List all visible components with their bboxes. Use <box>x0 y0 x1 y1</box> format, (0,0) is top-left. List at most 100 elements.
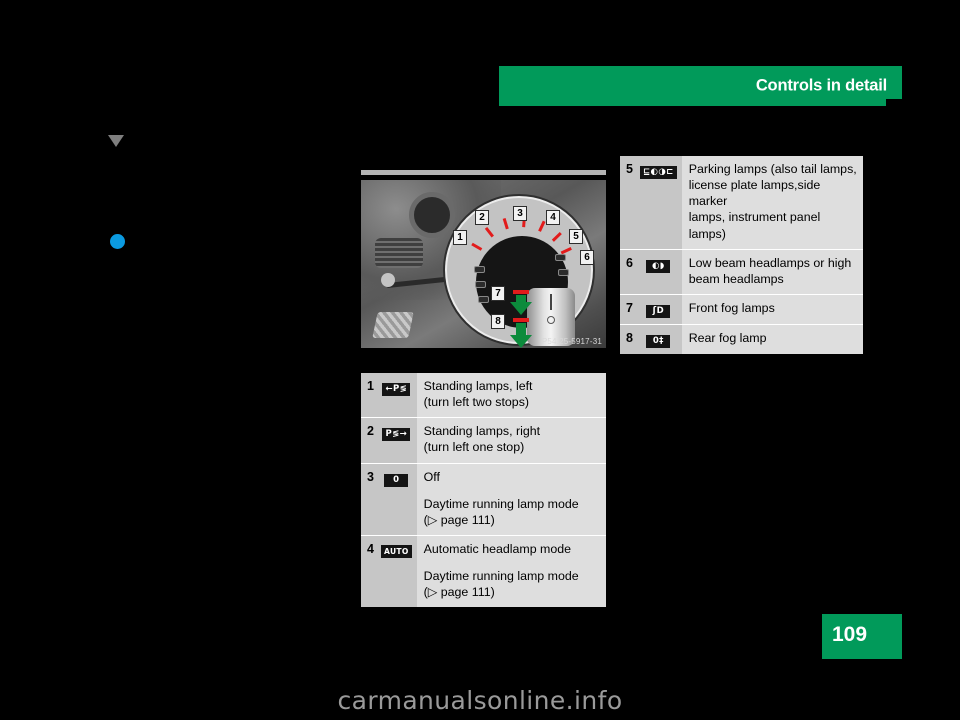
dial-tick-5 <box>538 220 546 232</box>
callout-6: 6 <box>580 250 594 265</box>
page-title: Controls in detail <box>755 76 887 95</box>
stalk-knob <box>381 273 395 287</box>
low-beam-symbol-glyph: ◐◗ <box>646 259 671 273</box>
row-number: 5 <box>620 156 637 250</box>
page-number-block: 109 <box>822 614 902 659</box>
callout-7: 7 <box>491 286 505 301</box>
callout-1: 1 <box>453 230 467 245</box>
standing-lamps-right-icon: P≶→ <box>378 417 417 463</box>
table-row: 2 P≶→ Standing lamps, right (turn left o… <box>361 417 606 463</box>
table-row: 3 0 Off Daytime running lamp mode (▷ pag… <box>361 463 606 536</box>
callout-4: 4 <box>546 210 560 225</box>
rear-fog-symbol-glyph: 0‡ <box>646 334 671 348</box>
front-fog-lamp-icon: ʃD <box>637 294 682 325</box>
callout-8: 8 <box>491 314 505 329</box>
callout-2: 2 <box>475 210 489 225</box>
table-row: 4 AUTO Automatic headlamp mode Daytime r… <box>361 535 606 608</box>
row-number: 4 <box>361 535 378 608</box>
triangle-marker-icon <box>108 135 124 147</box>
row-description: Standing lamps, left (turn left two stop… <box>416 373 606 418</box>
figure-caption: P54.25-5917-31 <box>541 337 602 346</box>
standing-left-symbol-glyph: ←P≶ <box>382 383 411 396</box>
air-vent <box>375 238 423 268</box>
callout-5: 5 <box>569 229 583 244</box>
rear-fog-lamp-icon: 0‡ <box>637 324 682 354</box>
dial-tick-6 <box>551 232 562 242</box>
desc-line: Automatic headlamp mode <box>423 541 572 556</box>
row-description: Parking lamps (also tail lamps, license … <box>681 156 863 250</box>
page-reference[interactable]: (▷ page 111) <box>424 584 600 600</box>
dial-tick-2 <box>484 226 494 238</box>
table-row: 7 ʃD Front fog lamps <box>620 294 863 325</box>
front-fog-symbol-glyph: ʃD <box>646 304 671 318</box>
desc-line: Daytime running lamp mode <box>423 496 579 511</box>
desc-line: lamps, instrument panel lamps) <box>688 210 821 241</box>
dial-tick-1 <box>471 242 483 251</box>
push-indicator-bar-upper <box>513 290 529 294</box>
standing-right-symbol-glyph: P≶→ <box>382 428 411 442</box>
row-number: 8 <box>620 324 637 354</box>
off-position-icon: 0 <box>378 463 417 536</box>
row-description: Front fog lamps <box>681 294 863 325</box>
header-shadow <box>886 99 902 107</box>
table-row: 6 ◐◗ Low beam headlamps or high beam hea… <box>620 249 863 295</box>
bullet-dot-marker-left <box>110 234 125 249</box>
foot-pedal <box>372 312 414 338</box>
row-number: 6 <box>620 249 637 295</box>
push-indicator-bar-lower <box>513 318 529 322</box>
off-symbol-glyph: 0 <box>384 473 409 487</box>
row-number: 2 <box>361 417 378 463</box>
row-description: Automatic headlamp mode Daytime running … <box>416 535 606 608</box>
bezel-icon-c <box>478 296 489 303</box>
bezel-icon-b <box>475 281 486 288</box>
row-description: Standing lamps, right (turn left one sto… <box>416 417 606 463</box>
auto-symbol-glyph: AUTO <box>381 544 412 558</box>
desc-line: Daytime running lamp mode <box>423 569 579 583</box>
dial-tick-3 <box>502 218 509 230</box>
automatic-headlamp-icon: AUTO <box>378 535 417 608</box>
desc-line: (turn left one stop) <box>423 440 525 455</box>
row-number: 3 <box>361 463 378 536</box>
bezel-icon-d <box>555 254 566 261</box>
bezel-icon-e <box>558 269 569 276</box>
table-row: 1 ←P≶ Standing lamps, left (turn left tw… <box>361 373 606 418</box>
desc-line: Rear fog lamp <box>688 330 767 345</box>
lamp-legend-table-upper: 5 ⊑◐◑⊏ Parking lamps (also tail lamps, l… <box>620 156 863 354</box>
parking-lamps-icon: ⊑◐◑⊏ <box>637 156 682 250</box>
low-beam-headlamp-icon: ◐◗ <box>637 249 682 295</box>
figure-top-rule <box>361 170 606 175</box>
knob-indicator-line <box>550 294 552 310</box>
desc-line: Parking lamps (also tail lamps, <box>688 162 857 176</box>
push-arrow-upper <box>510 302 532 315</box>
row-description: Low beam headlamps or high beam headlamp… <box>681 249 863 295</box>
row-description: Off Daytime running lamp mode (▷ page 11… <box>416 463 606 536</box>
desc-line: beam headlamps <box>688 271 784 286</box>
row-description: Rear fog lamp <box>681 324 863 354</box>
desc-line: Low beam headlamps or high <box>688 255 852 270</box>
watermark: carmanualsonline.info <box>337 686 623 715</box>
row-number: 1 <box>361 373 378 418</box>
light-switch-photo: 1 2 3 4 5 6 7 8 P54.25-5917-31 <box>361 180 606 348</box>
push-arrow-lower <box>510 335 532 348</box>
row-number: 7 <box>620 294 637 325</box>
page-number: 109 <box>832 623 868 646</box>
desc-line: Off <box>423 469 440 484</box>
bezel-icon-a <box>474 266 485 273</box>
callout-3: 3 <box>513 206 527 221</box>
page-header-bar: Controls in detail <box>499 66 902 106</box>
page-reference[interactable]: (▷ page 111) <box>424 512 600 528</box>
knob-indicator-dot <box>547 316 555 324</box>
lamp-legend-table-lower: 1 ←P≶ Standing lamps, left (turn left tw… <box>361 373 606 608</box>
desc-line: (turn left two stops) <box>423 395 530 410</box>
desc-line: Front fog lamps <box>688 300 775 315</box>
manual-page: Controls in detail 1 2 3 4 5 6 7 8 P54.2… <box>0 0 960 720</box>
desc-line: Standing lamps, left <box>423 379 533 393</box>
instrument-gauge <box>409 192 455 238</box>
standing-lamps-left-icon: ←P≶ <box>378 373 417 418</box>
desc-line: license plate lamps,side marker <box>688 178 821 209</box>
parking-lamps-symbol-glyph: ⊑◐◑⊏ <box>640 166 677 179</box>
dial-tick-7 <box>560 246 572 255</box>
table-row: 5 ⊑◐◑⊏ Parking lamps (also tail lamps, l… <box>620 156 863 250</box>
